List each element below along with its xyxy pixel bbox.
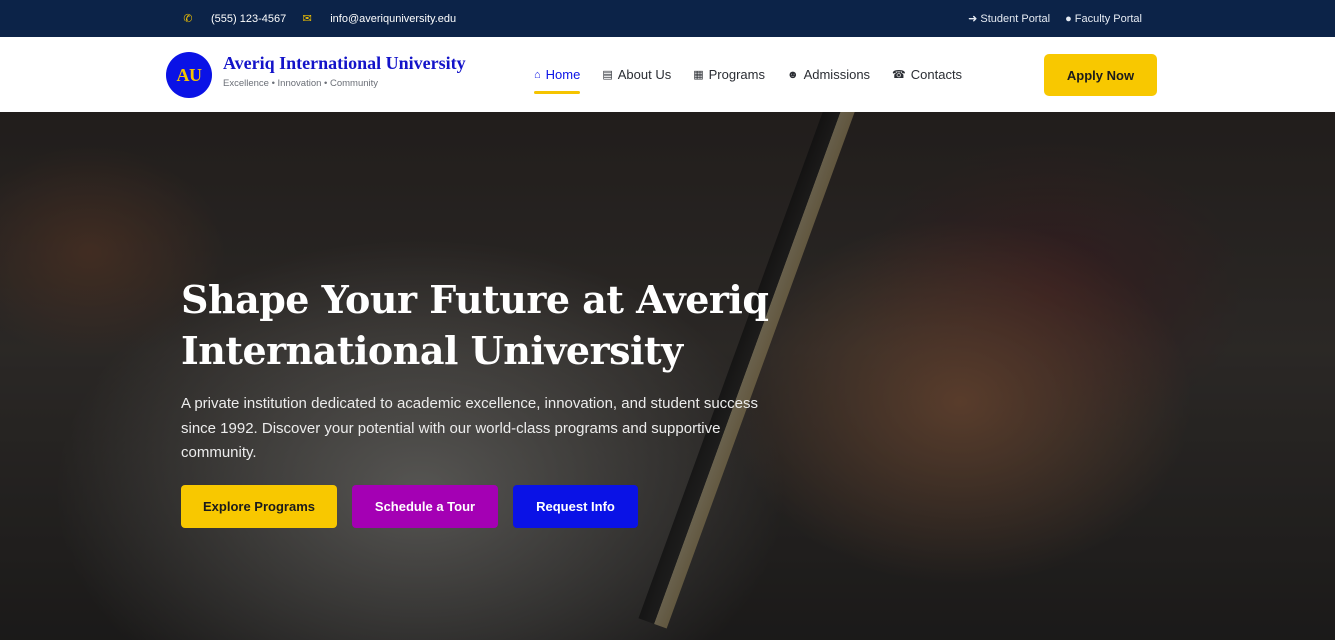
hero-title: Shape Your Future at Averiq Internationa… [181,274,781,376]
nav-item-label: About Us [617,67,672,82]
nav-item-label: Contacts [910,67,963,82]
home-icon: ⌂ [534,68,541,81]
hero-description: A private institution dedicated to acade… [181,395,759,461]
hero-section: Shape Your Future at Averiq Internationa… [0,112,1335,640]
brand-name: Averiq International University [223,53,466,73]
schedule-tour-button[interactable]: Schedule a Tour [352,485,498,528]
hero-content: Shape Your Future at Averiq Internationa… [181,274,781,466]
phone-number: (555) 123-4567 [211,12,287,25]
request-info-button[interactable]: Request Info [513,485,638,528]
phone-contact[interactable]: ✆ (555) 123-4567 [181,12,287,26]
nav-item-home[interactable]: ⌂ Home [534,37,581,112]
user-icon: ● [1065,12,1072,25]
portal-links: ➜ Student Portal ● Faculty Portal [953,0,1142,37]
nav-menu: ⌂ Home ▤ About Us ▦ Programs ☻ Admission… [534,37,984,112]
hero-title-line1: Shape Your Future at Averiq [181,277,769,322]
contact-info: ✆ (555) 123-4567 ✉ info@averiquniversity… [181,0,470,37]
student-portal-link[interactable]: ➜ Student Portal [968,12,1051,26]
email-address: info@averiquniversity.edu [330,12,457,25]
nav-item-about-us[interactable]: ▤ About Us [602,37,671,112]
faculty-portal-link[interactable]: ● Faculty Portal [1065,13,1142,25]
nav-item-admissions[interactable]: ☻ Admissions [787,37,870,112]
top-bar: ✆ (555) 123-4567 ✉ info@averiquniversity… [0,0,1335,37]
university-logo[interactable]: AU [166,52,212,98]
nav-item-programs[interactable]: ▦ Programs [693,37,765,112]
faculty-portal-label: Faculty Portal [1074,12,1142,25]
email-contact[interactable]: ✉ info@averiquniversity.edu [300,12,457,26]
nav-item-label: Admissions [803,67,871,82]
sign-in-icon: ➜ [968,13,978,25]
explore-programs-button[interactable]: Explore Programs [181,485,337,528]
nav-item-label: Home [545,67,581,82]
hero-title-line2: International University [181,328,683,373]
main-navbar: AU Averiq International University Excel… [0,37,1335,112]
envelope-icon: ✉ [302,13,312,25]
hero-buttons: Explore Programs Schedule a Tour Request… [181,485,653,528]
brand-tagline: Excellence • Innovation • Community [223,78,379,89]
student-portal-label: Student Portal [980,12,1051,25]
users-icon: ☻ [787,68,799,81]
brand[interactable]: Averiq International University Excellen… [223,53,466,89]
apply-now-button[interactable]: Apply Now [1044,54,1157,96]
book-icon: ▤ [602,69,613,81]
nav-item-contacts[interactable]: ☎ Contacts [892,37,962,112]
nav-item-label: Programs [708,67,765,82]
phone-icon: ☎ [892,69,906,81]
boxes-icon: ▦ [693,69,704,81]
phone-icon: ✆ [183,13,193,25]
